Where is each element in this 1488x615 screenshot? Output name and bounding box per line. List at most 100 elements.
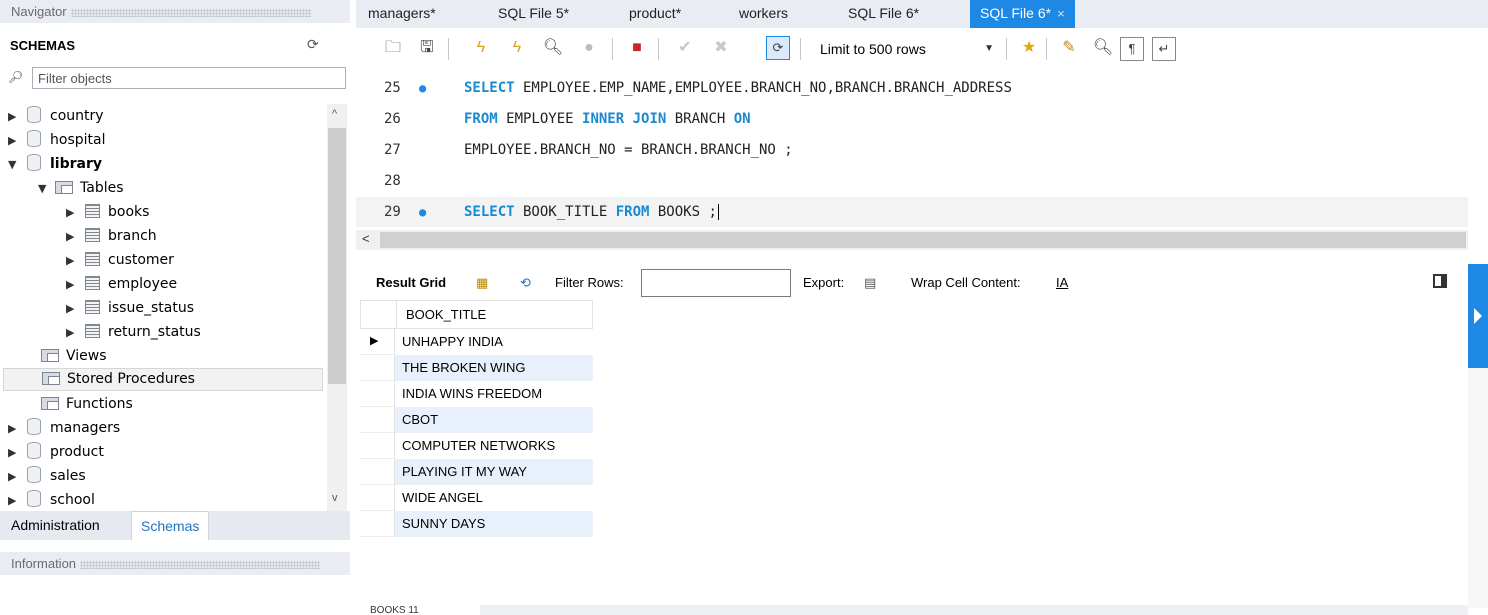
code-line[interactable]: 26 FROM EMPLOYEE INNER JOIN BRANCH ON [356,104,1468,134]
table-row[interactable]: ▶ UNHAPPY INDIA [360,329,593,355]
commit-icon[interactable]: ✔ [674,37,696,59]
collapsed-arrow-icon[interactable]: ▶ [66,273,80,297]
collapsed-arrow-icon[interactable]: ▶ [8,441,22,465]
tree-item-employee[interactable]: ▶ employee [66,272,177,296]
refresh-result-icon[interactable]: ⟲ [520,275,531,291]
collapsed-arrow-icon[interactable]: ▶ [66,249,80,273]
tab-workers[interactable]: workers [739,0,788,28]
result-grid-label[interactable]: Result Grid [376,275,446,290]
tree-item-customer[interactable]: ▶ customer [66,248,174,272]
collapsed-arrow-icon[interactable]: ▶ [66,201,80,225]
expanded-arrow-icon[interactable]: ▼ [8,153,22,177]
table-cell[interactable]: COMPUTER NETWORKS [395,433,593,459]
sql-editor[interactable]: 25 ● SELECT EMPLOYEE.EMP_NAME,EMPLOYEE.BRA… [356,73,1488,228]
tree-item-return-status[interactable]: ▶ return_status [66,320,201,344]
find-icon[interactable]: 🔍︎ [1092,37,1114,59]
limit-rows-select[interactable]: Limit to 500 rows ▼ [812,36,1002,62]
table-cell[interactable]: SUNNY DAYS [395,511,593,537]
collapsed-arrow-icon[interactable]: ▶ [66,225,80,249]
collapsed-arrow-icon[interactable]: ▶ [66,321,80,345]
tree-item-issue-status[interactable]: ▶ issue_status [66,296,194,320]
refresh-icon[interactable]: ⟳ [307,36,319,53]
rollback-icon[interactable]: ✖ [710,37,732,59]
row-header[interactable] [360,381,395,407]
autocommit-icon[interactable]: ⟳ [766,36,790,60]
beautify-icon[interactable]: ✎ [1058,37,1080,59]
table-row[interactable]: CBOT [360,407,593,433]
tree-item-product[interactable]: ▶ product [8,440,104,464]
code-line[interactable]: 25 ● SELECT EMPLOYEE.EMP_NAME,EMPLOYEE.BRA… [356,73,1468,103]
invisible-chars-icon[interactable]: ¶ [1120,37,1144,61]
table-row[interactable]: WIDE ANGEL [360,485,593,511]
wrap-cell-icon[interactable]: IA [1056,275,1068,290]
code-line[interactable]: 28 [356,166,1468,196]
tab-product[interactable]: product* [629,0,681,28]
collapsed-arrow-icon[interactable]: ▶ [8,129,22,153]
code-line[interactable]: 29 ● SELECT BOOK_TITLE FROM BOOKS ; [356,197,1468,227]
tree-item-books[interactable]: ▶ books [66,200,149,224]
close-tab-icon[interactable]: × [1057,6,1065,21]
tree-scrollbar[interactable]: ^ v [327,104,347,512]
wrap-icon[interactable]: ↵ [1152,37,1176,61]
table-row[interactable]: SUNNY DAYS [360,511,593,537]
folder-open-icon[interactable]: 🗀︎ [382,37,404,59]
tree-item-functions[interactable]: Functions [38,392,133,416]
scroll-down-icon[interactable]: v [332,492,338,504]
tree-item-country[interactable]: ▶ country [8,104,104,128]
collapsed-arrow-icon[interactable]: ▶ [8,465,22,489]
tab-sql-file-6-active[interactable]: SQL File 6* × [970,0,1075,28]
row-header[interactable] [360,485,395,511]
result-tab-books[interactable]: BOOKS 11 [370,605,470,615]
scroll-left-icon[interactable]: < [362,231,370,246]
save-icon[interactable]: 🖫︎ [416,37,438,59]
panel-toggle-icon[interactable] [1433,274,1447,288]
tree-item-sales[interactable]: ▶ sales [8,464,86,488]
code-line[interactable]: 27 EMPLOYEE.BRANCH_NO = BRANCH.BRANCH_NO … [356,135,1468,165]
tab-managers[interactable]: managers* [368,0,436,28]
result-side-toggle[interactable] [1468,264,1488,368]
row-header[interactable] [360,355,395,381]
tree-item-tables[interactable]: ▼ Tables [38,176,124,200]
row-header[interactable] [360,407,395,433]
tab-sql-file-5[interactable]: SQL File 5* [498,0,569,28]
execute-current-icon[interactable]: ϟ [506,37,528,59]
explain-icon[interactable]: 🔍︎ [542,37,564,59]
table-row[interactable]: THE BROKEN WING [360,355,593,381]
filter-objects-input[interactable] [32,67,346,89]
collapsed-arrow-icon[interactable]: ▶ [8,489,22,512]
table-cell[interactable]: CBOT [395,407,593,433]
filter-rows-input[interactable] [641,269,791,297]
table-row[interactable]: INDIA WINS FREEDOM [360,381,593,407]
row-header[interactable] [360,433,395,459]
tree-item-library[interactable]: ▼ library [8,152,102,176]
export-icon[interactable]: ▤ [864,275,876,291]
row-header[interactable]: ▶ [360,329,395,355]
bookmark-icon[interactable]: ★ [1018,37,1040,59]
collapsed-arrow-icon[interactable]: ▶ [66,297,80,321]
table-row[interactable]: COMPUTER NETWORKS [360,433,593,459]
tree-item-branch[interactable]: ▶ branch [66,224,157,248]
stop-icon[interactable]: ● [578,37,600,59]
tab-administration[interactable]: Administration [2,511,109,539]
tree-item-stored-procedures[interactable]: Stored Procedures [3,368,323,391]
row-header[interactable] [360,459,395,485]
tree-item-hospital[interactable]: ▶ hospital [8,128,105,152]
toggle-error-icon[interactable]: ■ [626,37,648,59]
collapsed-arrow-icon[interactable]: ▶ [8,105,22,129]
table-cell[interactable]: PLAYING IT MY WAY [395,459,593,485]
column-header-book-title[interactable]: BOOK_TITLE [406,307,486,322]
grid-view-icon[interactable]: ▦ [476,275,488,291]
table-cell[interactable]: THE BROKEN WING [395,355,593,381]
tab-sql-file-6[interactable]: SQL File 6* [848,0,919,28]
tree-scroll-thumb[interactable] [328,128,346,384]
tree-item-views[interactable]: Views [38,344,107,368]
table-cell[interactable]: WIDE ANGEL [395,485,593,511]
table-cell[interactable]: UNHAPPY INDIA [395,329,593,355]
editor-hscrollbar[interactable]: < [356,230,1468,250]
collapsed-arrow-icon[interactable]: ▶ [8,417,22,441]
table-cell[interactable]: INDIA WINS FREEDOM [395,381,593,407]
execute-icon[interactable]: ϟ [470,37,492,59]
row-header[interactable] [360,511,395,537]
tree-item-school[interactable]: ▶ school [8,488,95,512]
expanded-arrow-icon[interactable]: ▼ [38,177,52,201]
